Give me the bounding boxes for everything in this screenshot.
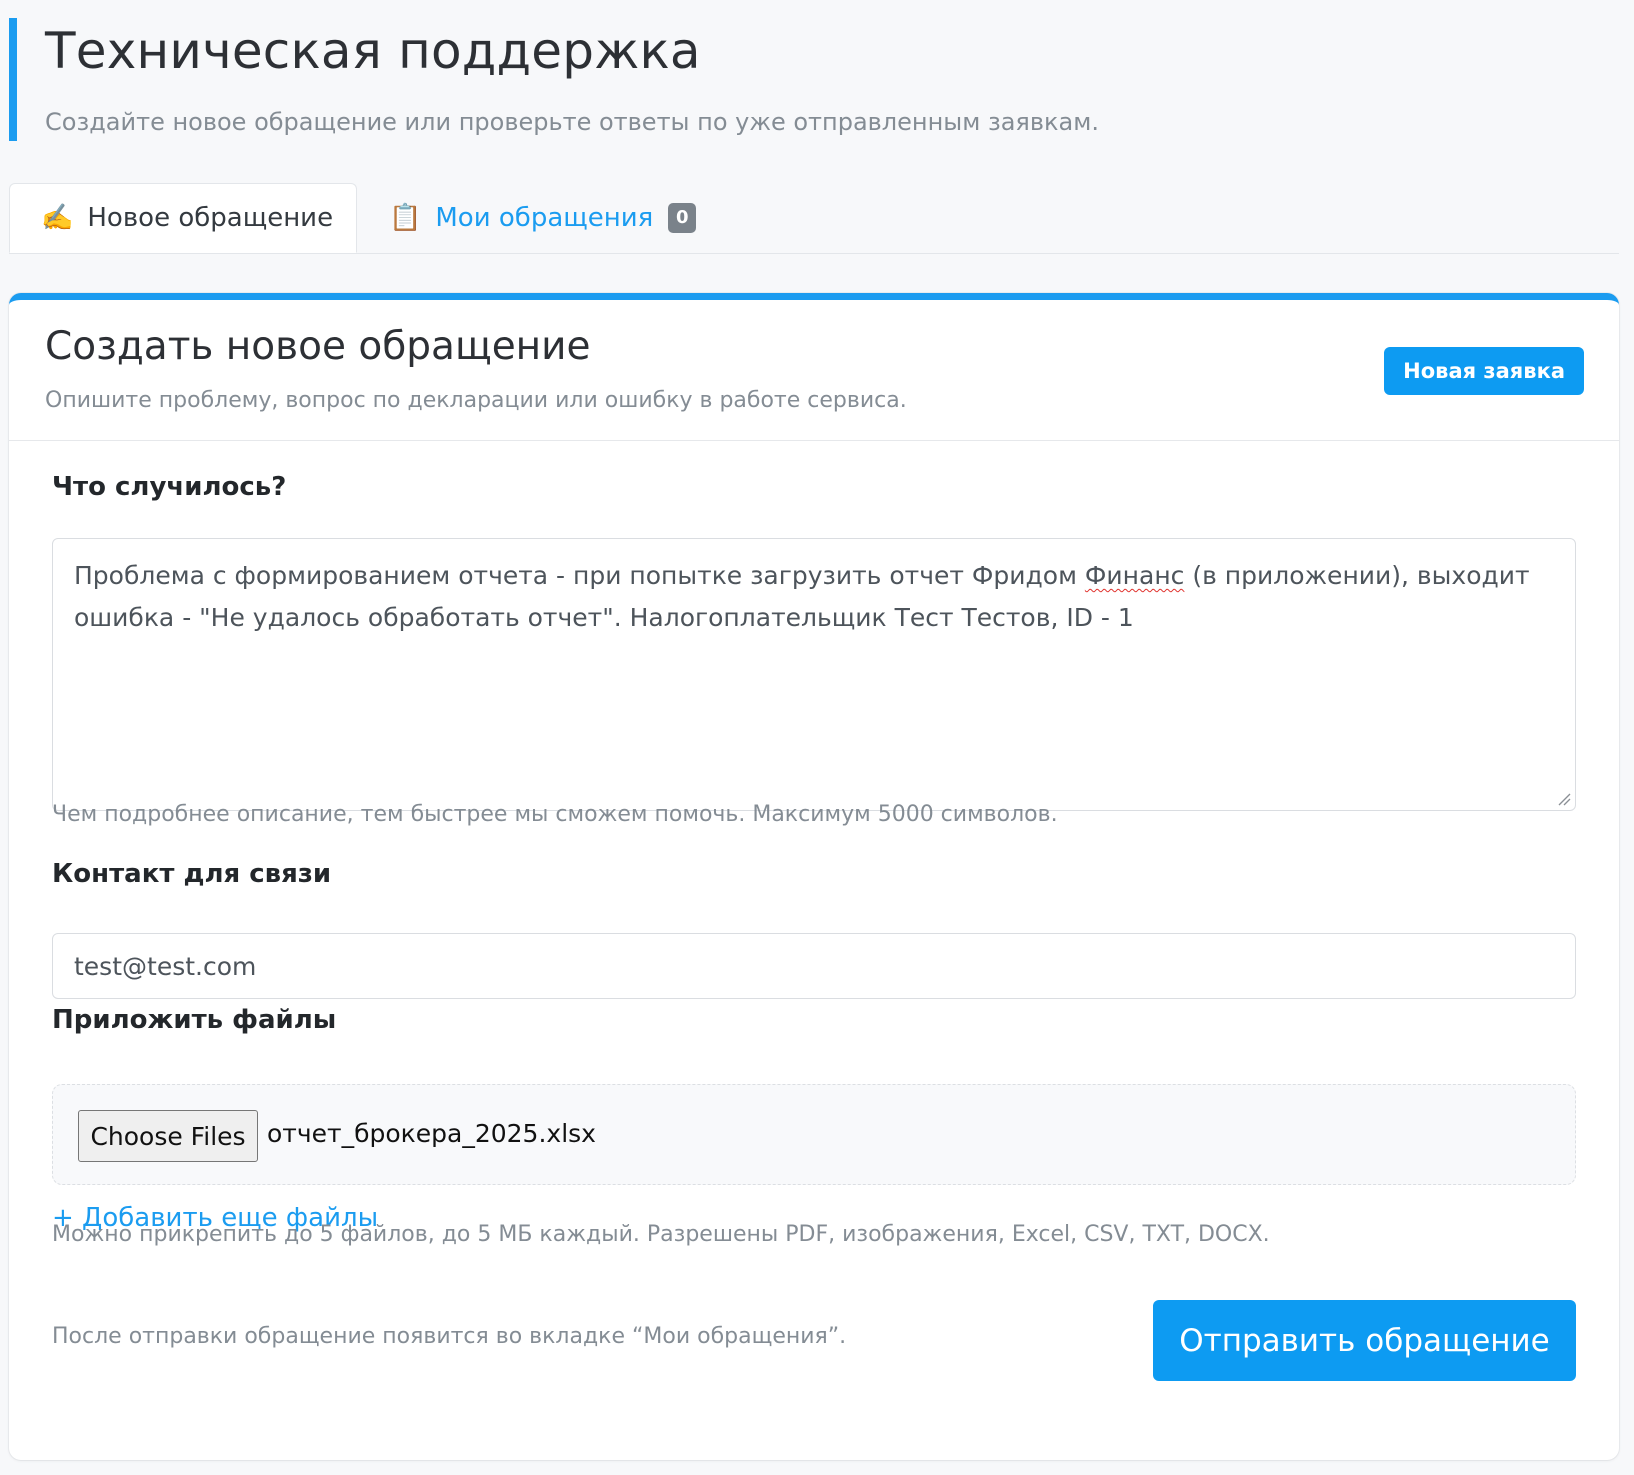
footer-note: После отправки обращение появится во вкл… [52,1324,847,1349]
clipboard-icon: 📋 [389,203,422,233]
choose-files-button[interactable]: Choose Files [78,1110,258,1162]
tab-new-request[interactable]: ✍️ Новое обращение [9,183,357,253]
file-upload-zone: Choose Files отчет_брокера_2025.xlsx [52,1084,1576,1185]
contact-input[interactable] [52,933,1576,999]
resize-handle-icon[interactable] [1557,792,1571,806]
files-label: Приложить файлы [52,1005,337,1035]
tab-my-requests[interactable]: 📋 Мои обращения 0 [389,183,697,253]
tab-label: Мои обращения [435,203,654,233]
tab-label: Новое обращение [87,203,334,233]
description-help: Чем подробнее описание, тем быстрее мы с… [52,802,1058,827]
card-subtitle: Опишите проблему, вопрос по декларации и… [45,388,907,413]
requests-count-badge: 0 [668,203,697,233]
card-title: Создать новое обращение [45,324,591,369]
spellcheck-word: Финанс [1084,561,1185,590]
files-help: Можно прикрепить до 5 файлов, до 5 МБ ка… [52,1222,1270,1247]
description-label: Что случилось? [52,472,287,502]
card-header: Создать новое обращение Опишите проблему… [9,300,1619,441]
description-textarea[interactable]: Проблема с формированием отчета - при по… [52,538,1576,811]
page-header: Техническая поддержка Создайте новое обр… [9,18,1617,141]
page-title: Техническая поддержка [45,22,701,80]
description-text: Проблема с формированием отчета - при по… [74,561,1085,590]
submit-request-button[interactable]: Отправить обращение [1153,1300,1576,1381]
writing-hand-icon: ✍️ [41,203,74,233]
new-ticket-button[interactable]: Новая заявка [1384,347,1584,395]
tab-bar: ✍️ Новое обращение 📋 Мои обращения 0 [9,183,1619,254]
selected-file-name: отчет_брокера_2025.xlsx [267,1119,596,1148]
page-subtitle: Создайте новое обращение или проверьте о… [45,108,1099,136]
contact-label: Контакт для связи [52,859,332,889]
new-request-card: Создать новое обращение Опишите проблему… [9,293,1619,1460]
